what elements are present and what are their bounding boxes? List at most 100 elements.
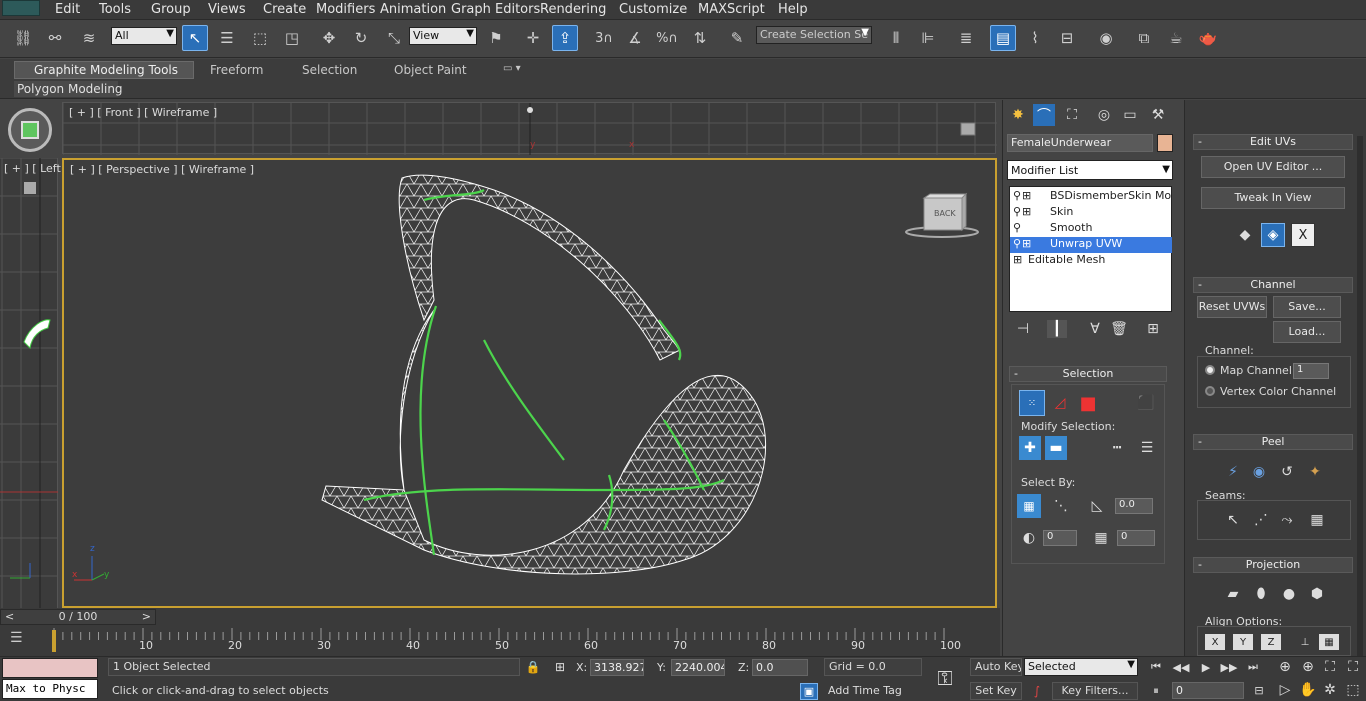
create-tab-icon[interactable]: ✸ [1007, 104, 1029, 126]
peel-mode-icon[interactable]: ◉ [1247, 460, 1271, 484]
spherical-map-icon[interactable]: ● [1277, 582, 1301, 606]
viewport-front[interactable]: y x [ + ] [ Front ] [ Wireframe ] [62, 102, 997, 155]
move-icon[interactable]: ✥ [316, 25, 342, 51]
map-channel-spinner[interactable]: 1 [1293, 363, 1329, 379]
curve-editor-icon[interactable]: ⌇ [1022, 25, 1048, 51]
orbit-icon[interactable]: ✲ [1321, 682, 1339, 698]
menu-views[interactable]: Views [208, 2, 246, 17]
viewport-navigation-wheel-icon[interactable] [8, 108, 52, 152]
motion-tab-icon[interactable]: ◎ [1093, 104, 1115, 126]
edit-named-selection-icon[interactable]: ✎ [724, 25, 750, 51]
stack-item-unwrap-uvw[interactable]: ⚲ ⊞ Unwrap UVW [1010, 237, 1172, 253]
menu-create[interactable]: Create [263, 2, 306, 17]
maxscript-listener-pink[interactable] [2, 658, 98, 678]
key-mode-icon[interactable]: ⏸ [1147, 683, 1165, 699]
pin-stack-icon[interactable]: ⊣ [1013, 320, 1033, 338]
goto-end-icon[interactable]: ⏭ [1244, 659, 1262, 675]
key-filters-button[interactable]: Key Filters... [1052, 682, 1138, 700]
align-icon[interactable]: ⊫ [915, 25, 941, 51]
tab-object-paint[interactable]: Object Paint [394, 63, 467, 77]
key-tangent-icon[interactable]: ∫ [1026, 682, 1048, 700]
edge-sel-to-seams-icon[interactable]: ⤳ [1277, 510, 1297, 530]
pan-icon[interactable]: ✋ [1299, 682, 1317, 698]
viewport-front-label[interactable]: [ + ] [ Front ] [ Wireframe ] [69, 106, 217, 119]
absolute-offset-icon[interactable]: ⊞ [551, 658, 569, 676]
make-unique-icon[interactable]: ∀ [1085, 320, 1105, 338]
key-selection-dropdown[interactable]: Selected ▼ [1024, 658, 1138, 676]
channel-header[interactable]: - Channel [1193, 277, 1353, 293]
modifier-stack[interactable]: ⚲⊞BSDismemberSkin Modifie ⚲⊞Skin ⚲Smooth… [1009, 186, 1172, 312]
save-uvws-button[interactable]: Save... [1273, 296, 1341, 318]
viewport-perspective-label[interactable]: [ + ] [ Perspective ] [ Wireframe ] [70, 163, 254, 176]
menu-graph-editors[interactable]: Graph Editors [451, 2, 540, 17]
rectangular-selection-icon[interactable]: ⬚ [247, 25, 273, 51]
tab-freeform[interactable]: Freeform [210, 63, 263, 77]
tab-selection[interactable]: Selection [302, 63, 357, 77]
next-frame-icon[interactable]: ▶▶ [1220, 659, 1238, 675]
menu-edit[interactable]: Edit [55, 2, 80, 17]
tweak-in-view-button[interactable]: Tweak In View [1201, 187, 1345, 209]
modify-tab-icon[interactable]: ⌒ [1033, 104, 1055, 126]
maximize-viewport-icon[interactable]: ⬚ [1344, 682, 1362, 698]
pelt-map-icon[interactable]: ✦ [1303, 460, 1327, 484]
ring-selection-icon[interactable]: ☰ [1135, 436, 1159, 460]
set-key-mode-icon[interactable]: ⚿ [930, 664, 960, 692]
seams-to-edge-sel-icon[interactable]: ▦ [1307, 510, 1327, 530]
material-editor-icon[interactable]: ◉ [1093, 25, 1119, 51]
render-production-icon[interactable]: 🫖 [1195, 25, 1221, 51]
scene-explorer-icon[interactable]: ▤ [990, 25, 1016, 51]
cylindrical-map-icon[interactable]: ⬮ [1249, 582, 1273, 606]
time-tag-icon[interactable]: ▣ [800, 683, 818, 700]
object-color-swatch[interactable] [1157, 134, 1173, 152]
edit-uvs-header[interactable]: - Edit UVs [1193, 134, 1353, 150]
menu-maxscript[interactable]: MAXScript [698, 2, 765, 17]
time-prev-button[interactable]: < [5, 610, 14, 623]
menu-modifiers[interactable]: Modifiers [316, 2, 375, 17]
selection-filter-dropdown[interactable]: All ▼ [111, 27, 177, 45]
menu-group[interactable]: Group [151, 2, 191, 17]
y-coord-field[interactable]: 2240.004 [671, 659, 725, 676]
planar-angle-icon[interactable]: ◺ [1085, 494, 1109, 518]
add-time-tag[interactable]: Add Time Tag [824, 683, 922, 701]
rendered-frame-icon[interactable]: ☕ [1163, 25, 1189, 51]
viewcube-back-label[interactable]: BACK [934, 209, 956, 218]
layer-manager-icon[interactable]: ≣ [953, 25, 979, 51]
snaps-toggle-icon[interactable]: 3 ∩ [591, 25, 617, 51]
polygon-mode-icon[interactable]: ■ [1075, 390, 1101, 416]
mirror-icon[interactable]: ⫴ [883, 25, 909, 51]
grow-selection-icon[interactable]: ✚ [1019, 436, 1041, 460]
menu-customize[interactable]: Customize [619, 2, 687, 17]
utilities-tab-icon[interactable]: ⚒ [1147, 104, 1169, 126]
selection-rollout-header[interactable]: - Selection [1009, 366, 1167, 382]
reference-coordinate-dropdown[interactable]: View ▼ [409, 27, 477, 45]
planar-map-icon[interactable]: ▰ [1221, 582, 1245, 606]
schematic-view-icon[interactable]: ⊟ [1054, 25, 1080, 51]
unlink-icon[interactable]: ⚯ [42, 25, 68, 51]
named-selection-sets-dropdown[interactable]: Create Selection Se ▼ [756, 26, 872, 44]
align-x-button[interactable]: X [1205, 634, 1225, 650]
align-to-view-icon[interactable]: ▦ [1319, 634, 1339, 650]
current-frame-field[interactable]: 0 [1172, 682, 1244, 699]
map-channel-radio[interactable] [1205, 365, 1215, 375]
reset-peel-icon[interactable]: ↺ [1275, 460, 1299, 484]
select-element-uv-icon[interactable]: ▦ [1017, 494, 1041, 518]
bind-spacewarp-icon[interactable]: ≋ [76, 25, 102, 51]
zoom-extents-all-icon[interactable]: ⛶ [1344, 659, 1362, 675]
panel-scrollbar[interactable] [1357, 136, 1363, 656]
time-next-button[interactable]: > [142, 610, 151, 623]
material-id-spinner[interactable]: 0 [1117, 530, 1155, 546]
best-align-icon[interactable]: ⊥ [1295, 634, 1315, 650]
z-coord-field[interactable]: 0.0 [752, 659, 808, 676]
vertex-mode-icon[interactable]: ⁙ [1019, 390, 1045, 416]
wireframe-mesh[interactable] [64, 160, 995, 606]
hierarchy-tab-icon[interactable]: ⛶ [1061, 104, 1083, 126]
zoom-icon[interactable]: ⊕ [1276, 659, 1294, 675]
object-name-field[interactable]: FemaleUnderwear [1007, 134, 1153, 152]
select-manipulate-icon[interactable]: ✛ [520, 25, 546, 51]
modifier-list-dropdown[interactable]: Modifier List ▼ [1007, 160, 1173, 180]
quick-planar-map-icon[interactable]: ◆ [1233, 223, 1257, 247]
zoom-all-icon[interactable]: ⊕ [1299, 659, 1317, 675]
display-tab-icon[interactable]: ▭ [1119, 104, 1141, 126]
viewport-left[interactable]: [ + ] [ Left [0, 158, 61, 608]
stack-item-bsdismember[interactable]: ⚲⊞BSDismemberSkin Modifie [1010, 189, 1172, 205]
